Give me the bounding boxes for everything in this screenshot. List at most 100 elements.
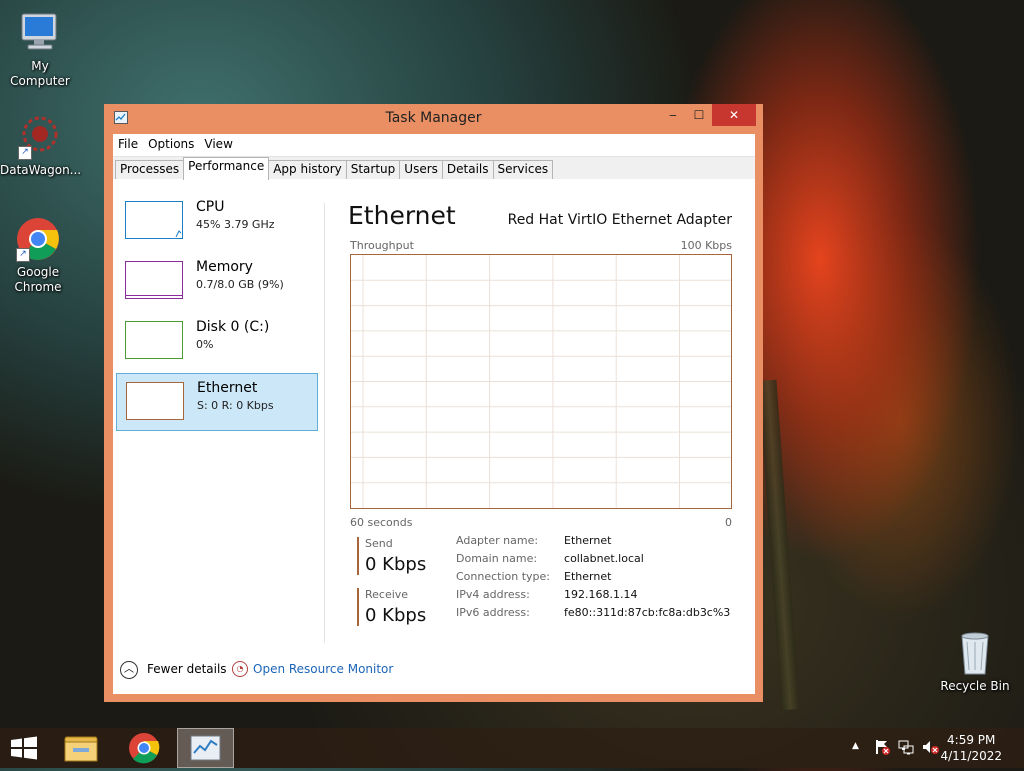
shortcut-arrow-icon: ↗ bbox=[18, 146, 32, 160]
perf-item-name: Memory bbox=[196, 259, 253, 275]
desktop-icon-datawagon[interactable]: ↗ DataWagon... bbox=[0, 114, 82, 178]
ethernet-mini-graph bbox=[126, 382, 184, 420]
property-row: Adapter name: Ethernet bbox=[456, 534, 744, 552]
disk-mini-graph bbox=[125, 321, 183, 359]
tab-strip: Processes Performance App history Startu… bbox=[113, 157, 755, 180]
file-explorer-icon bbox=[64, 736, 98, 762]
taskbar-chrome[interactable] bbox=[118, 728, 170, 768]
tab-startup[interactable]: Startup bbox=[345, 160, 401, 179]
performance-panel: CPU 45% 3.79 GHz Memory 0.7/8.0 GB (9%) … bbox=[113, 179, 755, 694]
graph-label: Throughput bbox=[350, 239, 414, 252]
receive-label: Receive bbox=[365, 588, 409, 601]
volume-muted-icon[interactable] bbox=[922, 739, 940, 758]
desktop-icon-google-chrome[interactable]: ↗ Google Chrome bbox=[0, 216, 78, 295]
tab-services[interactable]: Services bbox=[492, 160, 554, 179]
tab-processes[interactable]: Processes bbox=[115, 160, 185, 179]
taskbar: ▲ 4:59 PM 4/11/2022 bbox=[0, 728, 1024, 768]
desktop-icon-recycle-bin[interactable]: Recycle Bin bbox=[935, 630, 1015, 694]
tab-performance[interactable]: Performance bbox=[183, 157, 270, 180]
perf-item-name: CPU bbox=[196, 199, 225, 215]
menu-options[interactable]: Options bbox=[143, 134, 199, 151]
taskbar-task-manager[interactable] bbox=[177, 728, 234, 768]
wallpaper-stem bbox=[758, 379, 800, 711]
window-client: File Options View Processes Performance Ap… bbox=[113, 134, 755, 694]
property-key: Domain name: bbox=[456, 552, 538, 565]
pane-divider[interactable] bbox=[324, 203, 325, 643]
desktop-icon-label: Recycle Bin bbox=[940, 679, 1010, 693]
receive-stat: Receive 0 Kbps bbox=[357, 588, 450, 626]
property-key: IPv6 address: bbox=[456, 606, 530, 619]
adapter-description: Red Hat VirtIO Ethernet Adapter bbox=[507, 212, 732, 228]
task-manager-icon bbox=[190, 735, 221, 761]
send-stat: Send 0 Kbps bbox=[357, 537, 450, 575]
property-row: IPv4 address: 192.168.1.14 bbox=[456, 588, 744, 606]
property-row: IPv6 address: fe80::311d:87cb:fc8a:db3c%3 bbox=[456, 606, 744, 624]
perf-item-name: Disk 0 (C:) bbox=[196, 319, 270, 335]
taskbar-file-explorer[interactable] bbox=[55, 728, 107, 768]
property-row: Connection type: Ethernet bbox=[456, 570, 744, 588]
perf-item-value: S: 0 R: 0 Kbps bbox=[197, 399, 274, 412]
recycle-bin-icon bbox=[951, 630, 999, 676]
minimize-button[interactable]: ‒ bbox=[660, 104, 686, 126]
perf-item-disk[interactable]: Disk 0 (C:) 0% bbox=[116, 313, 318, 371]
property-key: Connection type: bbox=[456, 570, 551, 583]
menu-view[interactable]: View bbox=[199, 134, 237, 151]
receive-value: 0 Kbps bbox=[365, 605, 427, 626]
send-label: Send bbox=[365, 537, 393, 550]
perf-item-value: 0.7/8.0 GB (9%) bbox=[196, 278, 284, 291]
graph-min-label: 0 bbox=[725, 516, 732, 529]
graph-max-label: 100 Kbps bbox=[680, 239, 732, 252]
chrome-icon: ↗ bbox=[14, 216, 62, 262]
throughput-grid bbox=[351, 255, 731, 508]
menu-bar: File Options View bbox=[113, 134, 755, 157]
open-resource-monitor-link[interactable]: Open Resource Monitor bbox=[253, 662, 393, 676]
property-value: Ethernet bbox=[564, 534, 612, 547]
title-bar[interactable]: Task Manager ‒ ☐ ✕ bbox=[104, 104, 763, 132]
chrome-icon bbox=[129, 733, 160, 764]
property-key: IPv4 address: bbox=[456, 588, 530, 601]
menu-file[interactable]: File bbox=[113, 134, 143, 151]
memory-mini-graph bbox=[125, 261, 183, 299]
desktop-icon-label: My Computer bbox=[10, 59, 70, 88]
perf-item-value: 45% 3.79 GHz bbox=[196, 218, 275, 231]
perf-item-value: 0% bbox=[196, 338, 214, 351]
fewer-details-link[interactable]: Fewer details bbox=[147, 662, 227, 676]
clock-date: 4/11/2022 bbox=[940, 749, 1002, 763]
property-key: Adapter name: bbox=[456, 534, 539, 547]
desktop-icon-label: Google Chrome bbox=[14, 265, 62, 294]
perf-item-ethernet[interactable]: Ethernet S: 0 R: 0 Kbps bbox=[116, 373, 318, 431]
shortcut-arrow-icon: ↗ bbox=[16, 248, 30, 262]
perf-item-memory[interactable]: Memory 0.7/8.0 GB (9%) bbox=[116, 253, 318, 311]
datawagon-icon: ↗ bbox=[16, 114, 64, 160]
computer-icon bbox=[16, 10, 64, 56]
detail-title: Ethernet bbox=[348, 201, 456, 230]
property-value: Ethernet bbox=[564, 570, 612, 583]
desktop-icon-label: DataWagon... bbox=[0, 163, 82, 177]
tab-users[interactable]: Users bbox=[399, 160, 443, 179]
network-icon[interactable] bbox=[898, 739, 914, 758]
start-button[interactable] bbox=[0, 728, 48, 768]
property-row: Domain name: collabnet.local bbox=[456, 552, 744, 570]
tab-app-history[interactable]: App history bbox=[268, 160, 347, 179]
perf-item-name: Ethernet bbox=[197, 380, 258, 396]
graph-time-label: 60 seconds bbox=[350, 516, 413, 529]
property-value: 192.168.1.14 bbox=[564, 588, 638, 601]
close-button[interactable]: ✕ bbox=[712, 104, 756, 126]
property-value: fe80::311d:87cb:fc8a:db3c%3 bbox=[564, 606, 731, 619]
cpu-mini-graph bbox=[125, 201, 183, 239]
maximize-button[interactable]: ☐ bbox=[686, 104, 712, 126]
task-manager-window: Task Manager ‒ ☐ ✕ File Options View Proce… bbox=[104, 104, 763, 702]
property-value: collabnet.local bbox=[564, 552, 644, 565]
resource-monitor-icon: ◔ bbox=[232, 661, 248, 677]
adapter-properties: Adapter name: Ethernet Domain name: collab… bbox=[456, 534, 744, 624]
action-center-icon[interactable] bbox=[874, 739, 890, 758]
system-clock[interactable]: 4:59 PM 4/11/2022 bbox=[940, 732, 1002, 764]
clock-time: 4:59 PM bbox=[947, 733, 996, 747]
send-value: 0 Kbps bbox=[365, 554, 427, 575]
desktop-icon-my-computer[interactable]: My Computer bbox=[0, 10, 80, 89]
perf-item-cpu[interactable]: CPU 45% 3.79 GHz bbox=[116, 193, 318, 251]
chevron-up-icon[interactable]: ︿ bbox=[120, 661, 138, 679]
show-hidden-icons-button[interactable]: ▲ bbox=[852, 741, 859, 751]
tab-details[interactable]: Details bbox=[441, 160, 494, 179]
start-icon bbox=[11, 736, 37, 760]
